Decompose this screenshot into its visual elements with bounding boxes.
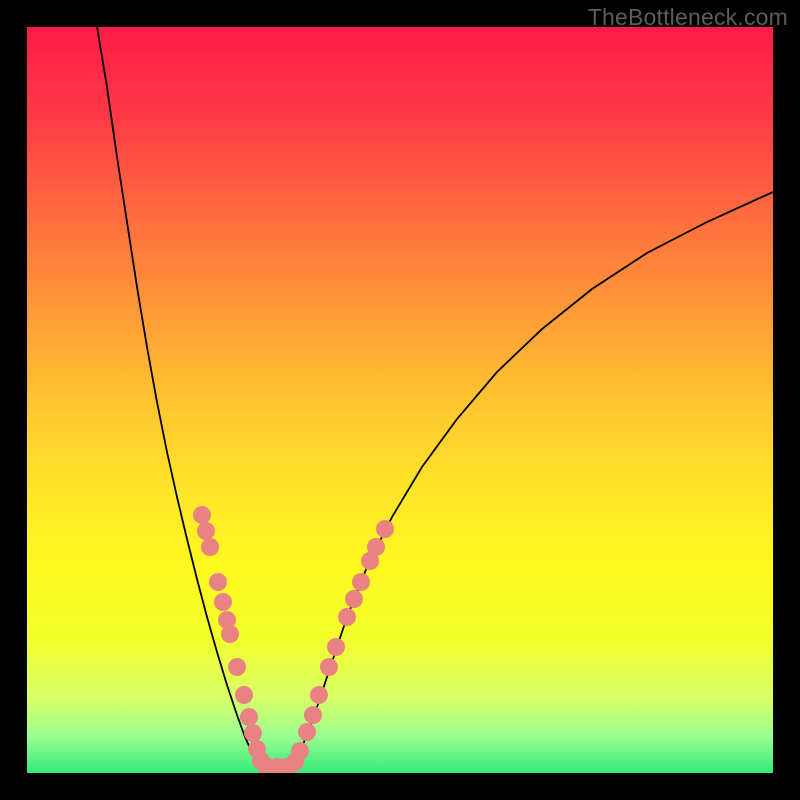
data-dot xyxy=(214,593,232,611)
right-curve-path xyxy=(292,192,773,767)
data-dot xyxy=(240,708,258,726)
data-dot xyxy=(201,538,219,556)
data-dot xyxy=(244,724,262,742)
data-dot xyxy=(291,742,309,760)
data-dot xyxy=(320,658,338,676)
dots-right-group xyxy=(286,520,394,771)
data-dot xyxy=(221,625,239,643)
data-dot xyxy=(197,522,215,540)
data-dot xyxy=(310,686,328,704)
data-dot xyxy=(193,506,211,524)
left-curve-path xyxy=(97,27,261,767)
data-dot xyxy=(338,608,356,626)
data-dot xyxy=(209,573,227,591)
data-dot xyxy=(367,538,385,556)
chart-svg xyxy=(27,27,773,773)
data-dot xyxy=(345,590,363,608)
data-dot xyxy=(235,686,253,704)
data-dot xyxy=(327,638,345,656)
data-dot xyxy=(376,520,394,538)
dots-left-group xyxy=(193,506,270,770)
data-dot xyxy=(304,706,322,724)
data-dot xyxy=(228,658,246,676)
data-dot xyxy=(298,723,316,741)
watermark-text: TheBottleneck.com xyxy=(588,4,788,31)
data-dot xyxy=(352,573,370,591)
chart-plot-area xyxy=(27,27,773,773)
